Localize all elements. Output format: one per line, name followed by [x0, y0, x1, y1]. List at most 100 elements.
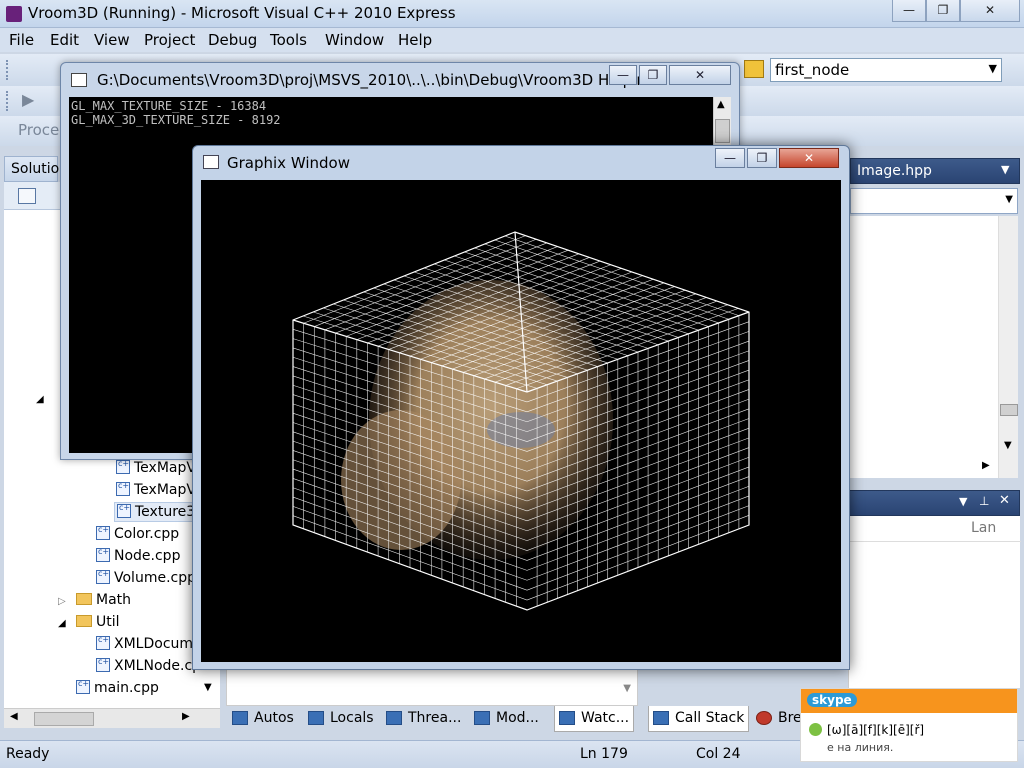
skype-contact-name: [ω][ā][f][k][ē][ř]: [827, 723, 925, 737]
tab-modules[interactable]: Mod...: [470, 706, 543, 732]
tree-item[interactable]: Color.cpp: [96, 525, 180, 542]
tree-item[interactable]: Volume.cpp: [96, 569, 196, 586]
scroll-right-arrow[interactable]: ▶: [982, 460, 990, 471]
call-stack-icon: [653, 711, 669, 725]
menu-edit[interactable]: Edit: [50, 31, 79, 49]
tree-item-label: Util: [96, 614, 120, 630]
scroll-thumb[interactable]: [1000, 404, 1018, 416]
tree-folder[interactable]: Math: [76, 592, 131, 608]
visual-studio-icon: [6, 6, 22, 22]
tree-item-label: TexMapV: [134, 482, 196, 498]
skype-status-text: е на линия.: [827, 741, 894, 754]
call-stack-header: Lan: [849, 516, 1021, 542]
tree-item-label: XMLDocum: [114, 636, 194, 652]
menu-help[interactable]: Help: [398, 31, 432, 49]
skype-logo: skype: [807, 693, 857, 707]
scroll-down-arrow[interactable]: ▼: [204, 682, 212, 693]
console-maximize-button[interactable]: ❐: [639, 65, 667, 85]
tab-autos[interactable]: Autos: [228, 706, 298, 732]
tab-call-stack[interactable]: Call Stack: [648, 706, 750, 732]
threads-icon: [386, 711, 402, 725]
tree-item[interactable]: XMLDocum: [96, 635, 194, 652]
graphix-maximize-button[interactable]: ❐: [747, 148, 777, 168]
tab-label: Call Stack: [675, 710, 745, 726]
menu-tools[interactable]: Tools: [270, 31, 307, 49]
graphix-title: Graphix Window: [227, 154, 350, 172]
find-combo[interactable]: first_node ▼: [770, 58, 1002, 82]
tree-item[interactable]: XMLNode.cp: [96, 657, 201, 674]
cpp-file-icon: [76, 679, 90, 694]
head-detail: [341, 410, 461, 550]
console-line: GL_MAX_TEXTURE_SIZE - 16384: [71, 99, 267, 113]
code-editor[interactable]: ▼ ▶: [850, 216, 1018, 478]
call-stack-list[interactable]: Lan: [848, 516, 1021, 688]
find-in-files-icon[interactable]: [744, 60, 764, 78]
graphix-minimize-button[interactable]: —: [715, 148, 745, 168]
console-close-button[interactable]: ✕: [669, 65, 731, 85]
tab-watch[interactable]: Watc...: [554, 706, 635, 732]
language-column-header[interactable]: Lan: [971, 520, 996, 536]
scroll-right-arrow[interactable]: ▶: [182, 711, 190, 722]
status-column: Col 24: [696, 746, 741, 762]
editor-vscrollbar[interactable]: ▼: [998, 216, 1018, 478]
cpp-file-icon: [96, 525, 110, 540]
volume-render: [292, 231, 750, 611]
status-line: Ln 179: [580, 746, 628, 762]
scroll-thumb[interactable]: [34, 712, 94, 726]
graphix-window[interactable]: Graphix Window — ❐ ✕: [192, 145, 850, 670]
online-status-icon: [809, 723, 822, 736]
collapse-arrow-icon[interactable]: ▷: [58, 596, 66, 607]
volume-render-viewport[interactable]: [201, 180, 841, 662]
tab-locals[interactable]: Locals: [304, 706, 378, 732]
scroll-up-arrow[interactable]: ▲: [717, 99, 725, 110]
solution-explorer-hscrollbar[interactable]: ◀ ▶: [4, 708, 220, 728]
tree-folder[interactable]: Util: [76, 614, 120, 630]
tree-item[interactable]: Node.cpp: [96, 547, 180, 564]
scroll-left-arrow[interactable]: ◀: [10, 711, 18, 722]
tree-item-label: Color.cpp: [114, 526, 180, 542]
menu-file[interactable]: File: [9, 31, 34, 49]
menu-debug[interactable]: Debug: [208, 31, 257, 49]
expand-arrow-icon[interactable]: ◢: [36, 394, 44, 405]
members-combo[interactable]: ▼: [850, 188, 1018, 214]
tree-item[interactable]: TexMapV: [116, 481, 196, 498]
close-button[interactable]: ✕: [960, 0, 1020, 22]
menu-project[interactable]: Project: [144, 31, 195, 49]
tab-breakpoints[interactable]: Bre: [752, 706, 806, 732]
properties-icon[interactable]: [18, 188, 36, 204]
tab-threads[interactable]: Threa...: [382, 706, 465, 732]
chevron-down-icon[interactable]: ▼: [959, 495, 967, 508]
solution-explorer-header[interactable]: Solution: [4, 156, 68, 182]
toolbar-gripper[interactable]: [6, 91, 10, 111]
tab-label: Bre: [778, 710, 802, 726]
maximize-button[interactable]: ❐: [926, 0, 960, 22]
scroll-down-arrow[interactable]: ▼: [623, 683, 631, 694]
chevron-down-icon[interactable]: ▼: [1005, 194, 1013, 205]
scroll-thumb[interactable]: [715, 119, 730, 143]
console-minimize-button[interactable]: —: [609, 65, 637, 85]
watch-pane[interactable]: ▼: [226, 668, 638, 706]
cpp-file-icon: [96, 635, 110, 650]
chevron-down-icon[interactable]: ▼: [1001, 163, 1009, 176]
tree-item[interactable]: main.cpp: [76, 679, 159, 696]
locals-icon: [308, 711, 324, 725]
tree-item-selected[interactable]: Texture3: [114, 502, 199, 522]
skype-notification[interactable]: skype [ω][ā][f][k][ē][ř] е на линия.: [800, 688, 1018, 762]
console-app-icon: [71, 73, 87, 87]
tree-item-label: Texture3: [135, 504, 196, 520]
folder-icon: [76, 615, 92, 627]
minimize-button[interactable]: —: [892, 0, 926, 22]
tab-label: Autos: [254, 710, 294, 726]
continue-icon[interactable]: ▶: [22, 90, 34, 109]
close-icon[interactable]: ✕: [999, 493, 1010, 508]
expand-arrow-icon[interactable]: ◢: [58, 618, 66, 629]
scroll-down-arrow[interactable]: ▼: [1004, 440, 1012, 451]
editor-tab-image-hpp[interactable]: Image.hpp: [857, 163, 932, 179]
graphix-close-button[interactable]: ✕: [779, 148, 839, 168]
tree-item[interactable]: TexMapV: [116, 459, 196, 476]
toolbar-gripper[interactable]: [6, 60, 10, 80]
pin-icon[interactable]: ⊥: [979, 494, 989, 508]
menu-window[interactable]: Window: [325, 31, 384, 49]
chevron-down-icon[interactable]: ▼: [989, 62, 997, 75]
menu-view[interactable]: View: [94, 31, 130, 49]
